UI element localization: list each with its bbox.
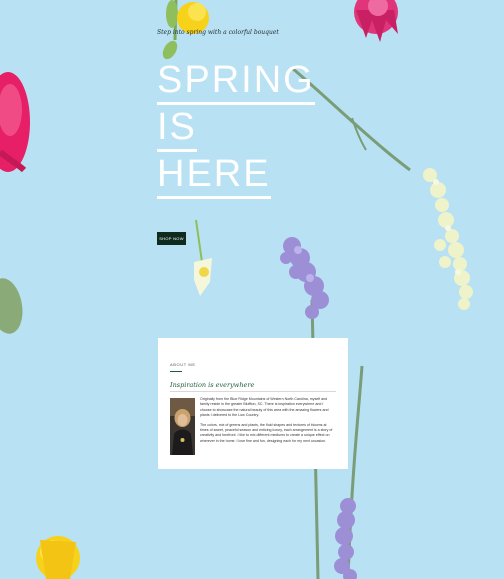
about-text: Originally from the Blue Ridge Mountains…	[200, 397, 335, 448]
pink-flower-top-right	[354, 0, 398, 42]
hero-title-line-3: HERE	[157, 152, 271, 199]
hero-title-line-2: IS	[157, 105, 197, 152]
about-paragraph-2: The colors, mix of greens and plants, th…	[200, 422, 333, 443]
pink-rose-left	[0, 72, 30, 173]
small-white-daffodil	[194, 219, 212, 296]
statice-white-stem	[291, 66, 473, 310]
shop-now-button[interactable]: SHOP NOW	[157, 232, 186, 245]
about-paragraph-1: Originally from the Blue Ridge Mountains…	[200, 397, 329, 418]
about-separator	[170, 391, 336, 392]
yellow-flower-bottom	[36, 536, 80, 579]
about-heading: Inspiration is everywhere	[170, 381, 255, 389]
about-eyebrow: ABOUT ME	[170, 362, 196, 367]
author-portrait	[170, 398, 195, 455]
about-card: ABOUT ME Inspiration is everywhere Origi…	[158, 338, 348, 469]
green-leaf-left	[0, 278, 23, 334]
hero-title: SPRING IS HERE	[157, 58, 315, 199]
about-divider	[170, 371, 182, 372]
hero-kicker: Step into spring with a colorful bouquet	[157, 29, 279, 36]
hero-title-line-1: SPRING	[157, 58, 315, 105]
